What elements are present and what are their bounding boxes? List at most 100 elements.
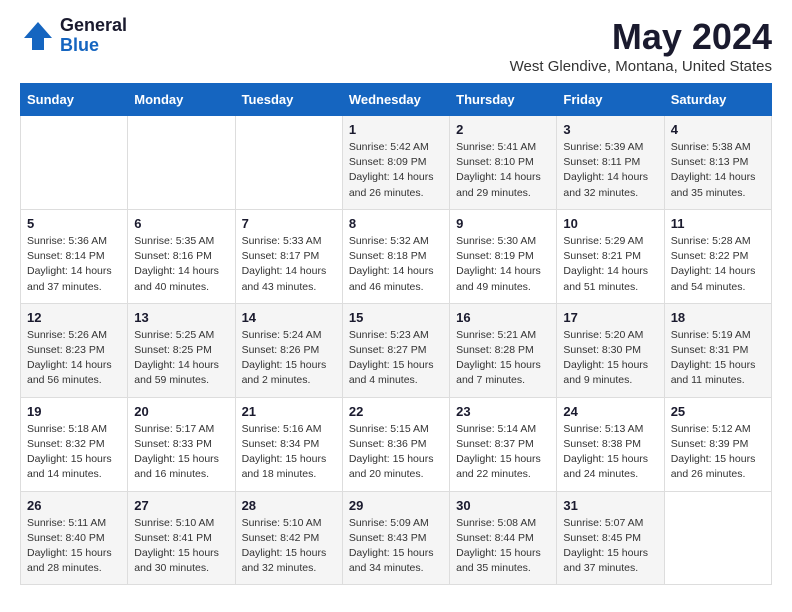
logo-text: General Blue — [60, 16, 127, 56]
day-info: Sunrise: 5:09 AM Sunset: 8:43 PM Dayligh… — [349, 516, 443, 577]
day-number: 21 — [242, 404, 336, 419]
day-number: 10 — [563, 216, 657, 231]
day-info: Sunrise: 5:32 AM Sunset: 8:18 PM Dayligh… — [349, 234, 443, 295]
calendar-cell: 3 Sunrise: 5:39 AM Sunset: 8:11 PM Daylig… — [557, 116, 664, 210]
day-info: Sunrise: 5:12 AM Sunset: 8:39 PM Dayligh… — [671, 422, 765, 483]
day-number: 24 — [563, 404, 657, 419]
day-info: Sunrise: 5:11 AM Sunset: 8:40 PM Dayligh… — [27, 516, 121, 577]
day-number: 8 — [349, 216, 443, 231]
weekday-header-sunday: Sunday — [21, 84, 128, 116]
logo-icon — [20, 18, 56, 54]
day-number: 1 — [349, 122, 443, 137]
calendar-cell: 28Sunrise: 5:10 AM Sunset: 8:42 PM Dayli… — [235, 491, 342, 585]
weekday-header-row: SundayMondayTuesdayWednesdayThursdayFrid… — [21, 84, 772, 116]
day-info: Sunrise: 5:38 AM Sunset: 8:13 PM Dayligh… — [671, 140, 765, 201]
day-number: 25 — [671, 404, 765, 419]
calendar-cell: 12 Sunrise: 5:26 AM Sunset: 8:23 PM Dayli… — [21, 303, 128, 397]
day-number: 12 — [27, 310, 121, 325]
calendar-cell: 2 Sunrise: 5:41 AM Sunset: 8:10 PM Daylig… — [450, 116, 557, 210]
calendar-cell: 25 Sunrise: 5:12 AM Sunset: 8:39 PM Dayli… — [664, 397, 771, 491]
day-info: Sunrise: 5:28 AM Sunset: 8:22 PM Dayligh… — [671, 234, 765, 295]
calendar-cell: 27Sunrise: 5:10 AM Sunset: 8:41 PM Dayli… — [128, 491, 235, 585]
day-info: Sunrise: 5:42 AM Sunset: 8:09 PM Dayligh… — [349, 140, 443, 201]
calendar-cell: 19 Sunrise: 5:18 AM Sunset: 8:32 PM Dayli… — [21, 397, 128, 491]
day-info: Sunrise: 5:07 AM Sunset: 8:45 PM Dayligh… — [563, 516, 657, 577]
calendar-cell: 7 Sunrise: 5:33 AM Sunset: 8:17 PM Daylig… — [235, 209, 342, 303]
week-row-5: 26 Sunrise: 5:11 AM Sunset: 8:40 PM Dayli… — [21, 491, 772, 585]
day-info: Sunrise: 5:08 AM Sunset: 8:44 PM Dayligh… — [456, 516, 550, 577]
day-number: 7 — [242, 216, 336, 231]
day-info: Sunrise: 5:21 AM Sunset: 8:28 PM Dayligh… — [456, 328, 550, 389]
location-subtitle: West Glendive, Montana, United States — [510, 58, 772, 75]
calendar-cell: 22Sunrise: 5:15 AM Sunset: 8:36 PM Dayli… — [342, 397, 449, 491]
calendar-cell: 4 Sunrise: 5:38 AM Sunset: 8:13 PM Daylig… — [664, 116, 771, 210]
day-number: 15 — [349, 310, 443, 325]
weekday-header-wednesday: Wednesday — [342, 84, 449, 116]
day-info: Sunrise: 5:41 AM Sunset: 8:10 PM Dayligh… — [456, 140, 550, 201]
day-number: 18 — [671, 310, 765, 325]
day-info: Sunrise: 5:35 AM Sunset: 8:16 PM Dayligh… — [134, 234, 228, 295]
day-info: Sunrise: 5:39 AM Sunset: 8:11 PM Dayligh… — [563, 140, 657, 201]
day-info: Sunrise: 5:23 AM Sunset: 8:27 PM Dayligh… — [349, 328, 443, 389]
calendar-cell: 20 Sunrise: 5:17 AM Sunset: 8:33 PM Dayli… — [128, 397, 235, 491]
day-info: Sunrise: 5:33 AM Sunset: 8:17 PM Dayligh… — [242, 234, 336, 295]
day-info: Sunrise: 5:17 AM Sunset: 8:33 PM Dayligh… — [134, 422, 228, 483]
calendar-cell: 31Sunrise: 5:07 AM Sunset: 8:45 PM Dayli… — [557, 491, 664, 585]
day-number: 13 — [134, 310, 228, 325]
calendar-cell: 5 Sunrise: 5:36 AM Sunset: 8:14 PM Daylig… — [21, 209, 128, 303]
calendar-cell — [21, 116, 128, 210]
day-number: 26 — [27, 498, 121, 513]
title-area: May 2024 West Glendive, Montana, United … — [510, 16, 772, 75]
day-info: Sunrise: 5:14 AM Sunset: 8:37 PM Dayligh… — [456, 422, 550, 483]
day-number: 9 — [456, 216, 550, 231]
day-info: Sunrise: 5:19 AM Sunset: 8:31 PM Dayligh… — [671, 328, 765, 389]
day-info: Sunrise: 5:16 AM Sunset: 8:34 PM Dayligh… — [242, 422, 336, 483]
logo: General Blue — [20, 16, 127, 56]
day-number: 29 — [349, 498, 443, 513]
day-number: 3 — [563, 122, 657, 137]
day-info: Sunrise: 5:36 AM Sunset: 8:14 PM Dayligh… — [27, 234, 121, 295]
day-number: 5 — [27, 216, 121, 231]
day-number: 14 — [242, 310, 336, 325]
weekday-header-thursday: Thursday — [450, 84, 557, 116]
week-row-2: 5 Sunrise: 5:36 AM Sunset: 8:14 PM Daylig… — [21, 209, 772, 303]
day-number: 27 — [134, 498, 228, 513]
day-info: Sunrise: 5:18 AM Sunset: 8:32 PM Dayligh… — [27, 422, 121, 483]
calendar-cell: 8 Sunrise: 5:32 AM Sunset: 8:18 PM Daylig… — [342, 209, 449, 303]
calendar-cell: 16 Sunrise: 5:21 AM Sunset: 8:28 PM Dayli… — [450, 303, 557, 397]
day-number: 6 — [134, 216, 228, 231]
day-number: 16 — [456, 310, 550, 325]
weekday-header-monday: Monday — [128, 84, 235, 116]
day-number: 30 — [456, 498, 550, 513]
day-number: 17 — [563, 310, 657, 325]
day-info: Sunrise: 5:26 AM Sunset: 8:23 PM Dayligh… — [27, 328, 121, 389]
week-row-1: 1 Sunrise: 5:42 AM Sunset: 8:09 PM Daylig… — [21, 116, 772, 210]
calendar-cell: 21 Sunrise: 5:16 AM Sunset: 8:34 PM Dayli… — [235, 397, 342, 491]
day-info: Sunrise: 5:15 AM Sunset: 8:36 PM Dayligh… — [349, 422, 443, 483]
calendar-cell: 15 Sunrise: 5:23 AM Sunset: 8:27 PM Dayli… — [342, 303, 449, 397]
calendar-cell: 10 Sunrise: 5:29 AM Sunset: 8:21 PM Dayli… — [557, 209, 664, 303]
calendar-cell: 11 Sunrise: 5:28 AM Sunset: 8:22 PM Dayli… — [664, 209, 771, 303]
calendar-cell: 18 Sunrise: 5:19 AM Sunset: 8:31 PM Dayli… — [664, 303, 771, 397]
day-info: Sunrise: 5:10 AM Sunset: 8:42 PM Dayligh… — [242, 516, 336, 577]
day-info: Sunrise: 5:20 AM Sunset: 8:30 PM Dayligh… — [563, 328, 657, 389]
day-number: 23 — [456, 404, 550, 419]
day-info: Sunrise: 5:13 AM Sunset: 8:38 PM Dayligh… — [563, 422, 657, 483]
calendar-cell — [128, 116, 235, 210]
day-number: 11 — [671, 216, 765, 231]
day-number: 19 — [27, 404, 121, 419]
calendar-cell: 14Sunrise: 5:24 AM Sunset: 8:26 PM Dayli… — [235, 303, 342, 397]
calendar-cell: 29 Sunrise: 5:09 AM Sunset: 8:43 PM Dayli… — [342, 491, 449, 585]
day-info: Sunrise: 5:25 AM Sunset: 8:25 PM Dayligh… — [134, 328, 228, 389]
week-row-3: 12 Sunrise: 5:26 AM Sunset: 8:23 PM Dayli… — [21, 303, 772, 397]
day-number: 4 — [671, 122, 765, 137]
calendar-table: SundayMondayTuesdayWednesdayThursdayFrid… — [20, 83, 772, 585]
calendar-cell: 17 Sunrise: 5:20 AM Sunset: 8:30 PM Dayli… — [557, 303, 664, 397]
calendar-cell: 13 Sunrise: 5:25 AM Sunset: 8:25 PM Dayli… — [128, 303, 235, 397]
calendar-cell: 1 Sunrise: 5:42 AM Sunset: 8:09 PM Daylig… — [342, 116, 449, 210]
day-info: Sunrise: 5:29 AM Sunset: 8:21 PM Dayligh… — [563, 234, 657, 295]
calendar-cell — [664, 491, 771, 585]
calendar-cell: 24 Sunrise: 5:13 AM Sunset: 8:38 PM Dayli… — [557, 397, 664, 491]
day-number: 2 — [456, 122, 550, 137]
day-number: 20 — [134, 404, 228, 419]
